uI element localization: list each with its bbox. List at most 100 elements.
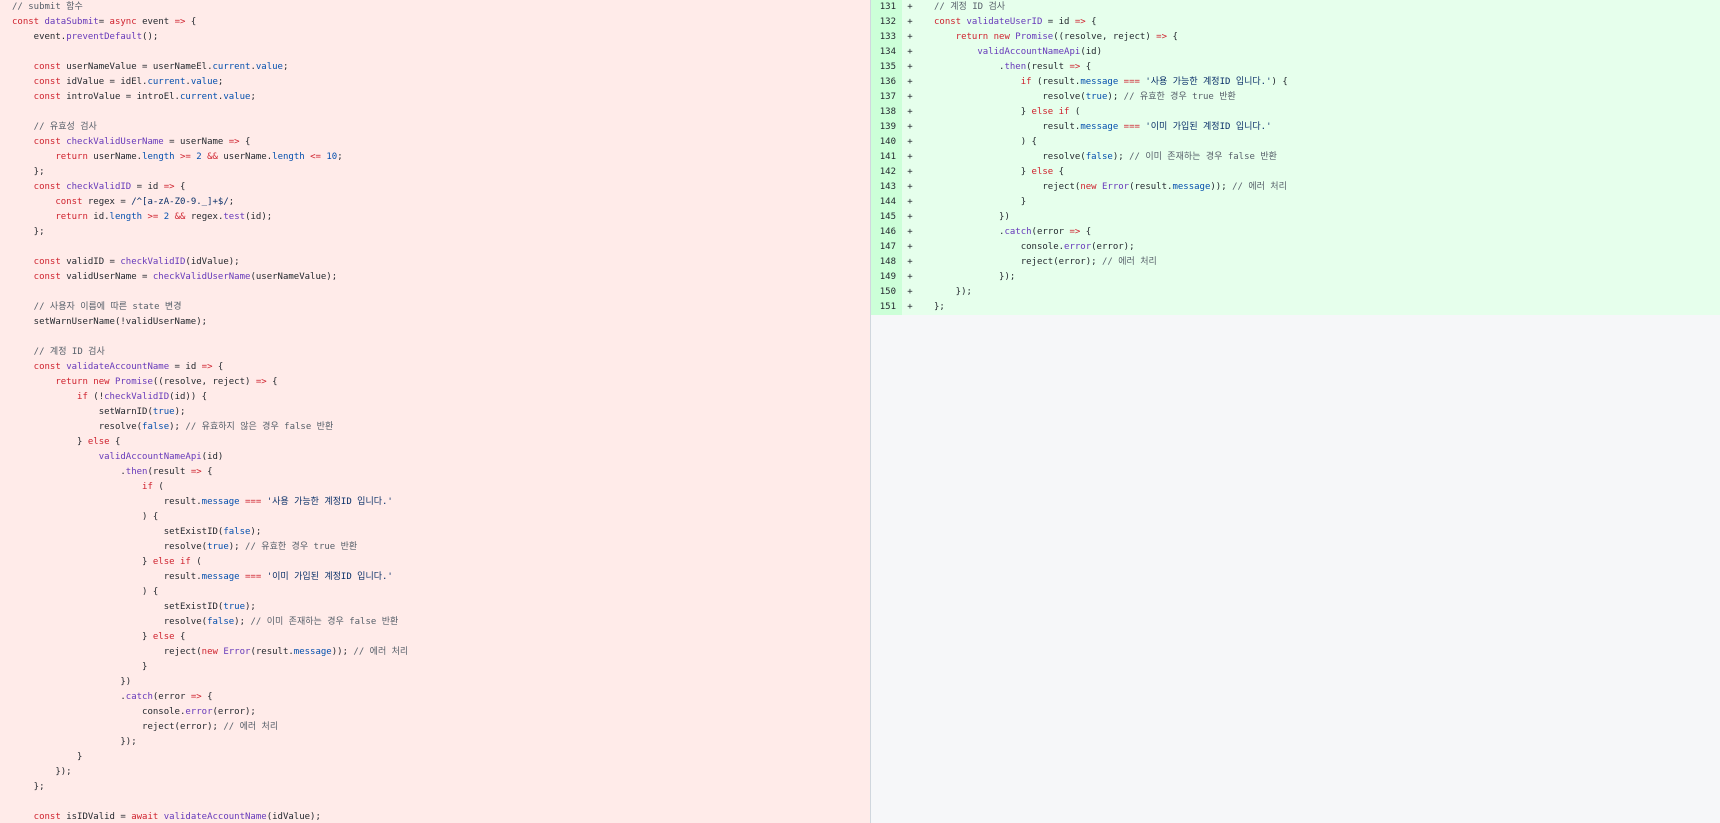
added-code-line: 138 + } else if ( bbox=[871, 105, 1720, 120]
code-token: ( bbox=[196, 557, 202, 567]
line-number[interactable]: 131 bbox=[871, 0, 902, 15]
line-number[interactable]: 144 bbox=[871, 195, 902, 210]
deleted-code-line: }) bbox=[0, 675, 870, 690]
function-token: checkValidID bbox=[104, 392, 170, 402]
deleted-code-line: resolve(true); // 유효한 경우 true 반환 bbox=[0, 540, 870, 555]
code-token: (id)) { bbox=[169, 392, 208, 402]
line-number[interactable]: 133 bbox=[871, 30, 902, 45]
line-number[interactable]: 148 bbox=[871, 255, 902, 270]
code-token: (result. bbox=[250, 647, 294, 657]
deleted-code-line: } else { bbox=[0, 435, 870, 450]
line-number[interactable]: 142 bbox=[871, 165, 902, 180]
keyword-token: new bbox=[201, 647, 224, 657]
line-number[interactable]: 146 bbox=[871, 225, 902, 240]
added-marker: + bbox=[907, 32, 913, 42]
keyword-token: => bbox=[1156, 32, 1173, 42]
keyword-token: if bbox=[12, 392, 94, 402]
keyword-token: >= bbox=[180, 152, 197, 162]
added-code-line: 140 + ) { bbox=[871, 135, 1720, 150]
added-code-line: 134 + validAccountNameApi(id) bbox=[871, 45, 1720, 60]
code-token: }); bbox=[12, 767, 72, 777]
property-token: current bbox=[212, 62, 251, 72]
code-token: { bbox=[114, 437, 121, 447]
deleted-code-line: setExistID(true); bbox=[0, 600, 870, 615]
line-number[interactable]: 136 bbox=[871, 75, 902, 90]
line-number[interactable]: 141 bbox=[871, 150, 902, 165]
function-token: error bbox=[185, 707, 213, 717]
code-token: validID = bbox=[66, 257, 121, 267]
line-number[interactable]: 140 bbox=[871, 135, 902, 150]
code-token: ); bbox=[1107, 92, 1124, 102]
line-number[interactable]: 150 bbox=[871, 285, 902, 300]
deleted-code-line bbox=[0, 330, 870, 345]
deleted-code-line: const validID = checkValidID(idValue); bbox=[0, 255, 870, 270]
deleted-code-line: ) { bbox=[0, 510, 870, 525]
deleted-code-line: }); bbox=[0, 765, 870, 780]
added-marker: + bbox=[907, 257, 913, 267]
code-token: result. bbox=[12, 572, 202, 582]
code-token: )); bbox=[1210, 182, 1227, 192]
comment-token: // 에러 처리 bbox=[1101, 257, 1157, 267]
deleted-code-line: // 유효성 검사 bbox=[0, 120, 870, 135]
property-token: 10 bbox=[326, 152, 338, 162]
keyword-token: if bbox=[12, 482, 159, 492]
code-token: . bbox=[934, 62, 1005, 72]
line-number[interactable]: 147 bbox=[871, 240, 902, 255]
line-number[interactable]: 135 bbox=[871, 60, 902, 75]
code-content: // 계정 ID 검사 bbox=[916, 0, 1720, 15]
property-token: message bbox=[1172, 182, 1211, 192]
code-token: . bbox=[934, 227, 1005, 237]
keyword-token: <= bbox=[310, 152, 327, 162]
added-lines-block: 131 +// 계정 ID 검사 132 + const validateUserID … bbox=[871, 0, 1720, 315]
keyword-token: => bbox=[1069, 62, 1086, 72]
function-token: validateAccountName bbox=[163, 812, 267, 822]
keyword-token: return new bbox=[12, 377, 115, 387]
deleted-code-line: .then(result => { bbox=[0, 465, 870, 480]
code-token: { bbox=[207, 692, 213, 702]
code-token: (result. bbox=[1036, 77, 1081, 87]
added-code-line: 139 + result.message === '이미 가입된 계정ID 입니다… bbox=[871, 120, 1720, 135]
line-number[interactable]: 151 bbox=[871, 300, 902, 315]
comment-token: // 에러 처리 bbox=[223, 722, 279, 732]
code-token: userNameValue = userNameEl. bbox=[66, 62, 213, 72]
line-number[interactable]: 143 bbox=[871, 180, 902, 195]
added-marker: + bbox=[907, 17, 913, 27]
code-token: isIDValid = bbox=[66, 812, 132, 822]
line-number[interactable]: 149 bbox=[871, 270, 902, 285]
code-token: } bbox=[12, 632, 153, 642]
code-token: = userName bbox=[163, 137, 229, 147]
function-token: Error bbox=[1102, 182, 1130, 192]
line-number[interactable]: 139 bbox=[871, 120, 902, 135]
keyword-token: const bbox=[12, 362, 67, 372]
code-token: { bbox=[245, 137, 251, 147]
code-token: (idValue); bbox=[266, 812, 321, 822]
line-number[interactable]: 132 bbox=[871, 15, 902, 30]
added-code-line: 137 + resolve(true); // 유효한 경우 true 반환 bbox=[871, 90, 1720, 105]
code-token: ; bbox=[228, 197, 235, 207]
line-number[interactable]: 145 bbox=[871, 210, 902, 225]
code-token: . bbox=[12, 467, 126, 477]
deleted-code-line: validAccountNameApi(id) bbox=[0, 450, 870, 465]
line-number[interactable]: 137 bbox=[871, 90, 902, 105]
deleted-code-line: const userNameValue = userNameEl.current… bbox=[0, 60, 870, 75]
keyword-token: return new bbox=[934, 32, 1016, 42]
comment-token: // 에러 처리 bbox=[1232, 182, 1287, 192]
code-token: }; bbox=[12, 167, 45, 177]
added-code-line: 135 + .then(result => { bbox=[871, 60, 1720, 75]
code-token: (result bbox=[1026, 62, 1070, 72]
keyword-token: return bbox=[12, 152, 94, 162]
function-token: checkValidUserName bbox=[152, 272, 251, 282]
property-token: message bbox=[293, 647, 332, 657]
line-number[interactable]: 134 bbox=[871, 45, 902, 60]
keyword-token: => bbox=[163, 182, 180, 192]
line-number[interactable]: 138 bbox=[871, 105, 902, 120]
code-token: = bbox=[98, 17, 110, 27]
code-token: )); bbox=[331, 647, 348, 657]
code-token: ); bbox=[245, 602, 256, 612]
code-content: result.message === '이미 가입된 계정ID 입니다.' bbox=[916, 120, 1720, 135]
code-token: (error bbox=[152, 692, 191, 702]
added-marker: + bbox=[907, 77, 913, 87]
deleted-code-line: setExistID(false); bbox=[0, 525, 870, 540]
property-token: value bbox=[255, 62, 283, 72]
code-content: } else { bbox=[916, 165, 1720, 180]
